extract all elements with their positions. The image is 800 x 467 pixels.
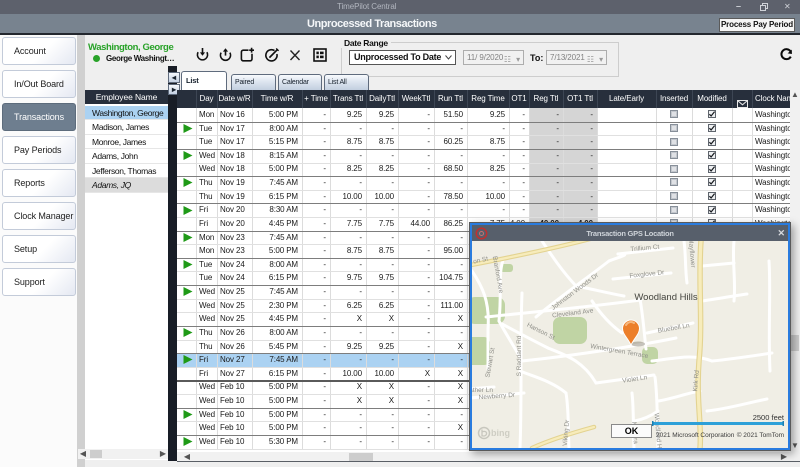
svg-text:Woodland Hills: Woodland Hills xyxy=(634,292,697,303)
svg-text:bing: bing xyxy=(491,428,510,438)
svg-text:© 2021 TomTom: © 2021 TomTom xyxy=(737,431,784,439)
svg-text:ather Ln: ather Ln xyxy=(472,387,493,394)
svg-text:2021 Microsoft Corporation: 2021 Microsoft Corporation xyxy=(656,432,735,439)
svg-text:S Raddant Rd: S Raddant Rd xyxy=(516,335,523,376)
svg-text:2500 feet: 2500 feet xyxy=(753,413,785,422)
